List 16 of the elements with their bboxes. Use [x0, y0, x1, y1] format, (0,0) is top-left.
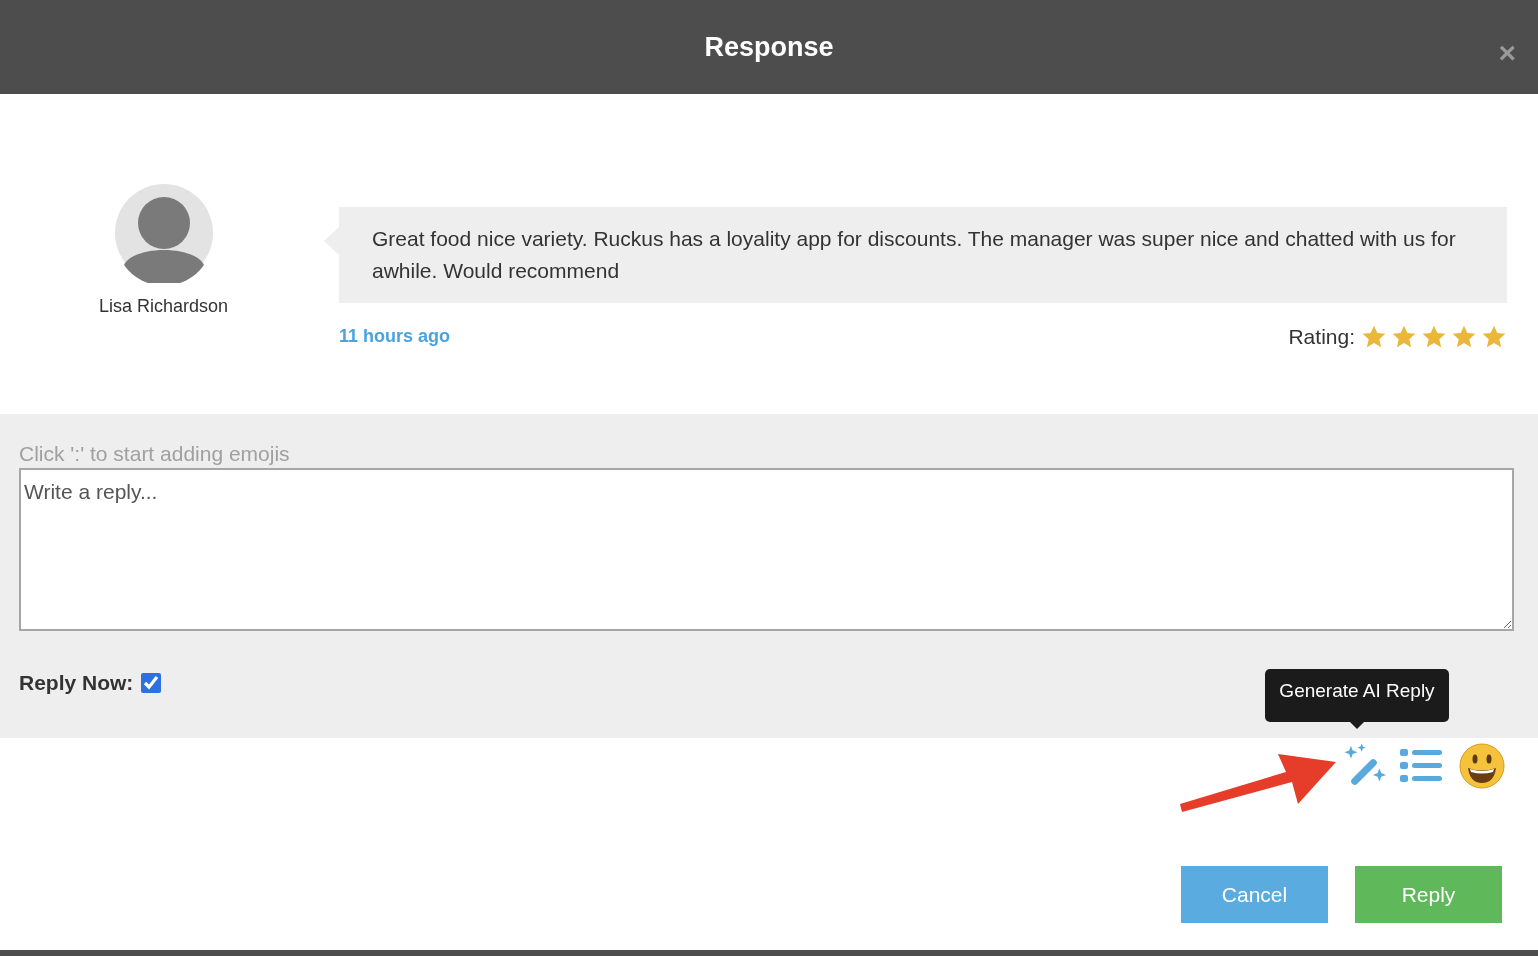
reply-button[interactable]: Reply: [1355, 866, 1502, 923]
reply-field[interactable]: Write a reply...: [19, 468, 1514, 631]
cancel-button[interactable]: Cancel: [1181, 866, 1328, 923]
reply-now-label: Reply Now:: [19, 670, 134, 696]
emoji-hint: Click ':' to start adding emojis: [19, 441, 291, 467]
close-button[interactable]: ×: [1498, 38, 1516, 68]
rating-label: Rating:: [1288, 324, 1355, 350]
review-text: Great food nice variety. Ruckus has a loyality app for discounts. The manager was super nice and chatted with us for awhile. Would recommend: [372, 226, 1457, 284]
review-time[interactable]: 11 hours ago: [339, 323, 451, 351]
author-name: Lisa Richardson: [98, 295, 229, 318]
smiley-icon[interactable]: [1458, 742, 1506, 790]
tooltip-pointer: [1350, 722, 1364, 729]
reply-now-checkbox[interactable]: [141, 672, 162, 693]
magic-wand-icon[interactable]: [1344, 746, 1384, 786]
avatar-icon: [113, 183, 214, 283]
dialog-title: Response: [704, 30, 834, 64]
